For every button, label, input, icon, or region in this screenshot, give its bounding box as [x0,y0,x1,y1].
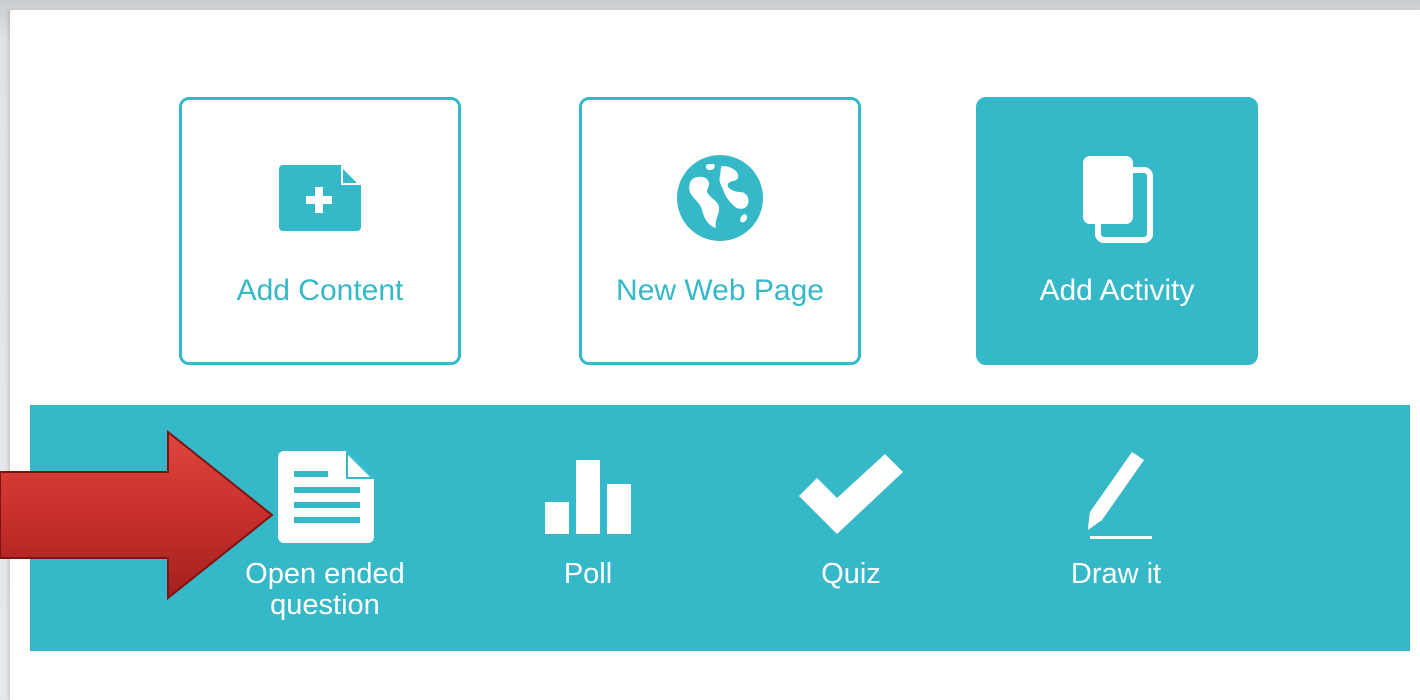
pencil-icon [1011,441,1221,551]
add-content-icon [182,148,458,248]
add-activity-icon [979,148,1255,248]
add-activity-label: Add Activity [1039,274,1195,307]
checkmark-icon [746,441,956,551]
add-content-card[interactable]: Add Content [179,97,461,365]
quiz-label: Quiz [821,558,881,590]
draw-it-label: Draw it [1070,558,1162,590]
add-content-label: Add Content [236,274,404,307]
quiz-option[interactable]: Quiz [746,441,956,631]
new-web-page-label: New Web Page [616,274,824,307]
red-arrow-pointer [0,430,274,600]
new-web-page-card[interactable]: New Web Page [579,97,861,365]
add-activity-card[interactable]: Add Activity [976,97,1258,365]
draw-it-option[interactable]: Draw it [1011,441,1221,631]
poll-label: Poll [563,558,613,590]
bar-chart-icon [483,441,693,551]
poll-option[interactable]: Poll [483,441,693,631]
globe-icon [582,148,858,248]
